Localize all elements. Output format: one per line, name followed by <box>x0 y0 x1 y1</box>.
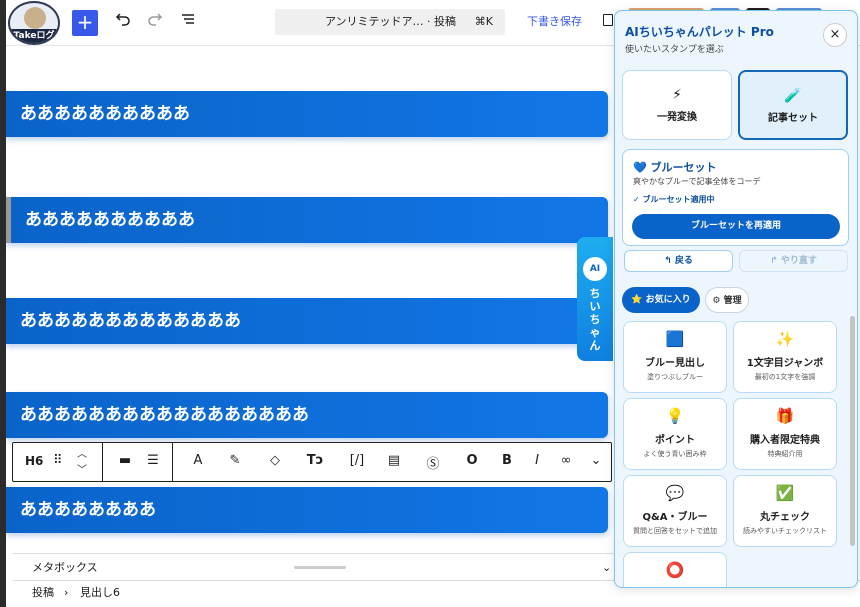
metabox-bar[interactable]: メタボックス ⌄ <box>12 553 616 580</box>
stamp-desc: 特典紹介用 <box>767 450 803 458</box>
bold-icon[interactable]: B <box>497 453 517 468</box>
tag-icon[interactable]: ◇ <box>265 453 285 468</box>
list-view-icon[interactable] <box>176 10 200 34</box>
redo-button[interactable]: ↱ やり直す <box>739 250 848 272</box>
sparkles-icon: ✨ <box>775 330 795 348</box>
mode-one-shot[interactable]: ⚡ 一発変換 <box>622 70 732 140</box>
breadcrumb-root[interactable]: 投稿 <box>32 581 54 605</box>
drag-handle-icon[interactable]: ⠿ <box>53 453 63 468</box>
shortcode-icon[interactable]: [/] <box>344 453 370 468</box>
tab-manage[interactable]: ⚙ 管理 <box>705 287 749 313</box>
save-draft-button[interactable]: 下書き保存 <box>527 13 582 29</box>
dollar-icon[interactable]: Ⓢ <box>423 453 443 472</box>
preset-heading: 💙 ブルーセット <box>633 161 717 174</box>
breadcrumb-current[interactable]: 見出し6 <box>80 581 120 605</box>
text-A-icon[interactable]: A <box>188 453 208 468</box>
ring-icon: ⭕ <box>665 561 685 579</box>
heading-block[interactable]: ああああああああああ <box>6 91 608 137</box>
panel-subtitle: 使いたいスタンプを選ぶ <box>625 45 724 55</box>
stamp-card[interactable]: ✅ 丸チェック 読みやすいチェックリスト <box>733 475 837 547</box>
close-button[interactable]: × <box>823 23 847 47</box>
add-block-button[interactable]: + <box>72 10 98 36</box>
stamp-title: 丸チェック <box>760 512 810 523</box>
stamp-desc: よく使う青い囲み枠 <box>643 450 707 458</box>
flask-icon: 🧪 <box>784 88 802 104</box>
move-down-icon[interactable]: ﹀ <box>77 461 87 476</box>
ai-tab-label: ちいちゃん <box>589 287 601 352</box>
panel-scrollbar[interactable] <box>850 316 855 546</box>
stamp-desc: 塗りつぶしブルー <box>646 373 704 381</box>
heading-level-label[interactable]: H6 <box>25 454 43 468</box>
stamp-title: ブルー見出し <box>645 358 705 369</box>
mode-label: 一発変換 <box>657 112 697 123</box>
stamp-title: Q&A・ブルー <box>642 512 708 523</box>
stamp-card[interactable]: ⭕ <box>623 552 727 587</box>
gift-icon: 🎁 <box>775 407 795 425</box>
circle-icon[interactable]: O <box>462 453 482 468</box>
preset-box: 💙 ブルーセット 爽やかなブルーで記事全体をコーデ ✓ ブルーセット適用中 ブル… <box>622 149 849 246</box>
preset-description: 爽やかなブルーで記事全体をコーデ <box>633 177 761 186</box>
document-title: アンリミテッドア… · 投稿 <box>325 15 457 28</box>
mode-article-set[interactable]: 🧪 記事セット <box>738 70 848 140</box>
breadcrumb-separator: › <box>64 586 69 599</box>
reapply-preset-button[interactable]: ブルーセットを再適用 <box>632 214 840 239</box>
justify-icon[interactable]: ☰ <box>143 453 163 468</box>
preview-icon[interactable] <box>603 14 613 26</box>
lightning-icon: ⚡ <box>672 87 682 103</box>
text-size-icon[interactable]: Tↄ <box>305 453 325 468</box>
tab-favorites[interactable]: ⭐ お気に入り <box>622 287 700 313</box>
speech-bubble-icon: 💬 <box>665 484 685 502</box>
heading-block[interactable]: あああああああああああああ <box>6 298 608 344</box>
heading-block-selected[interactable]: ああああああああ <box>6 487 608 533</box>
move-up-icon[interactable]: ︿ <box>77 445 87 460</box>
chevron-down-icon[interactable]: ⌄ <box>602 554 611 581</box>
panel-title: AIちいちゃんパレット Pro <box>625 25 774 39</box>
resize-handle[interactable] <box>294 566 346 569</box>
stamp-title: ポイント <box>655 435 695 446</box>
stamp-card[interactable]: 💡 ポイント よく使う青い囲み枠 <box>623 398 727 470</box>
document-title-bar[interactable]: アンリミテッドア… · 投稿 ⌘K <box>275 9 505 35</box>
mode-label: 記事セット <box>768 113 818 124</box>
heading-block[interactable]: ああああああああああ <box>6 197 608 243</box>
block-type-group: H6 ⠿ ︿ ﹀ <box>13 443 103 481</box>
stamp-card[interactable]: 🎁 購入者限定特典 特典紹介用 <box>733 398 837 470</box>
ai-palette-panel: AIちいちゃんパレット Pro 使いたいスタンプを選ぶ × ⚡ 一発変換 🧪 記… <box>614 10 858 588</box>
undo-button[interactable]: ↰ 戻る <box>624 250 733 272</box>
editor-window: Takeログ + アンリミテッドア… · 投稿 ⌘K 下書き保存 あああああああ… <box>0 0 860 607</box>
check-mark-icon: ✅ <box>775 484 795 502</box>
redo-icon[interactable] <box>143 10 167 34</box>
ai-badge: AI <box>583 257 607 281</box>
site-logo[interactable]: Takeログ <box>8 1 60 45</box>
preset-status: ✓ ブルーセット適用中 <box>633 195 715 204</box>
stamp-card[interactable]: 🟦 ブルー見出し 塗りつぶしブルー <box>623 321 727 393</box>
ai-chiichan-tab[interactable]: AI ちいちゃん <box>577 237 613 361</box>
metabox-label: メタボックス <box>32 561 98 574</box>
document-icon[interactable]: ▤ <box>384 453 404 468</box>
block-toolbar: H6 ⠿ ︿ ﹀ ▬ ☰ A ✎ ◇ Tↄ [/] ▤ Ⓢ O B I ∞ ⌄ <box>12 442 612 482</box>
stamp-title: 購入者限定特典 <box>750 435 820 446</box>
stamp-desc: 質問と回答をセットで追加 <box>633 527 717 535</box>
logo-text: Takeログ <box>10 29 58 43</box>
align-icon[interactable]: ▬ <box>115 453 135 468</box>
italic-icon[interactable]: I <box>527 453 547 468</box>
highlighter-icon[interactable]: ✎ <box>225 453 245 468</box>
link-icon[interactable]: ∞ <box>556 453 576 468</box>
alignment-group: ▬ ☰ <box>103 443 173 481</box>
stamp-card[interactable]: ✨ 1文字目ジャンボ 最初の1文字を強調 <box>733 321 837 393</box>
avatar <box>24 7 46 29</box>
command-shortcut: ⌘K <box>474 15 493 28</box>
undo-icon[interactable] <box>111 10 135 34</box>
heading-block[interactable]: あああああああああああああああああ <box>6 392 608 438</box>
stamp-card[interactable]: 💬 Q&A・ブルー 質問と回答をセットで追加 <box>623 475 727 547</box>
lightbulb-icon: 💡 <box>665 407 685 425</box>
stamp-title: 1文字目ジャンボ <box>746 358 824 369</box>
stamp-desc: 読みやすいチェックリスト <box>743 527 827 535</box>
more-chevron-icon[interactable]: ⌄ <box>586 453 606 468</box>
blue-square-icon: 🟦 <box>665 330 685 348</box>
stamp-desc: 最初の1文字を強調 <box>754 373 816 381</box>
